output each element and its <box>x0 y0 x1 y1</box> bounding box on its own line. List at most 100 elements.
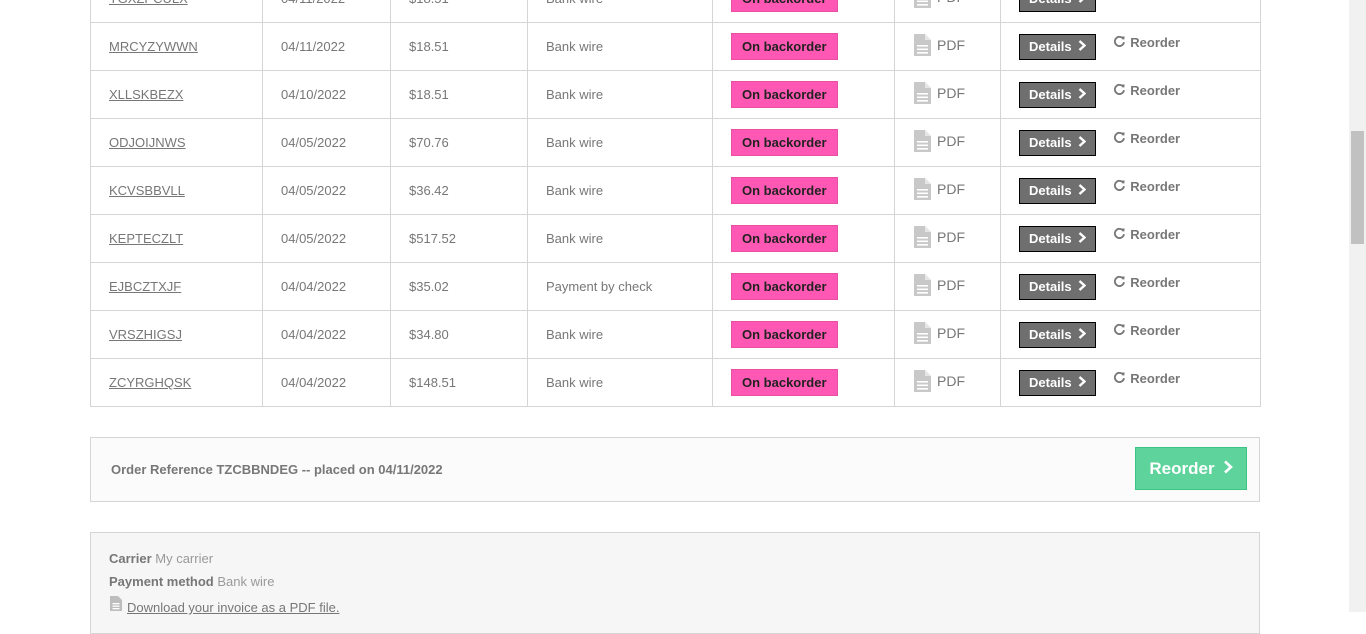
invoice-pdf-label: PDF <box>937 373 965 389</box>
invoice-pdf-link[interactable]: PDF <box>913 81 965 105</box>
order-payment: Bank wire <box>546 87 604 102</box>
payment-method-value: Bank wire <box>217 574 275 589</box>
details-button[interactable]: Details <box>1019 129 1096 156</box>
chevron-right-icon <box>1223 459 1233 479</box>
order-info-box: Carrier My carrier Payment method Bank w… <box>90 532 1260 634</box>
order-actions-cell: Details Reorder <box>1000 118 1261 167</box>
invoice-pdf-link[interactable]: PDF <box>913 225 965 249</box>
invoice-pdf-label: PDF <box>937 85 965 101</box>
order-reference-cell: XLLSKBEZX <box>90 70 263 119</box>
invoice-pdf-label: PDF <box>937 229 965 245</box>
order-date: 04/05/2022 <box>281 135 347 150</box>
order-payment-cell: Payment by check <box>527 262 713 311</box>
refresh-icon <box>1113 0 1126 3</box>
details-button[interactable]: Details <box>1019 369 1096 396</box>
order-date-cell: 04/10/2022 <box>262 70 391 119</box>
order-date: 04/04/2022 <box>281 327 347 342</box>
order-status-cell: On backorder <box>712 70 895 119</box>
order-total: $35.02 <box>409 279 449 294</box>
reorder-link[interactable]: Reorder <box>1113 35 1180 51</box>
status-badge: On backorder <box>731 81 838 108</box>
order-reference-link[interactable]: VRSZHIGSJ <box>109 327 182 342</box>
reorder-link[interactable]: Reorder <box>1113 275 1180 291</box>
order-reference-link[interactable]: KCVSBBVLL <box>109 183 185 198</box>
invoice-pdf-link[interactable]: PDF <box>913 321 965 345</box>
order-reference-link[interactable]: EJBCZTXJF <box>109 279 181 294</box>
invoice-pdf-link[interactable]: PDF <box>913 273 965 297</box>
order-reference-link[interactable]: ODJOIJNWS <box>109 135 186 150</box>
table-row: ZCYRGHQSK 04/04/2022 $148.51 Bank wire O… <box>90 358 1261 407</box>
details-button[interactable]: Details <box>1019 321 1096 348</box>
details-button[interactable]: Details <box>1019 273 1096 300</box>
details-button[interactable]: Details <box>1019 81 1096 108</box>
payment-method-line: Payment method Bank wire <box>109 574 274 589</box>
order-reference-cell: KEPTECZLT <box>90 214 263 263</box>
order-total: $18.51 <box>409 39 449 54</box>
carrier-label: Carrier <box>109 551 152 566</box>
reorder-link[interactable]: Reorder <box>1113 227 1180 243</box>
order-date: 04/11/2022 <box>281 39 346 54</box>
order-total-cell: $36.42 <box>390 166 528 215</box>
reorder-link[interactable]: Reorder <box>1113 323 1180 339</box>
order-reference-link[interactable]: MRCYZYWWN <box>109 39 198 54</box>
reorder-link[interactable]: Reorder <box>1113 371 1180 387</box>
order-date-cell: 04/05/2022 <box>262 166 391 215</box>
order-date: 04/05/2022 <box>281 183 347 198</box>
order-reference-link[interactable]: ZCYRGHQSK <box>109 375 191 390</box>
details-button[interactable]: Details <box>1019 33 1096 60</box>
reorder-button[interactable]: Reorder <box>1135 447 1247 490</box>
order-status-cell: On backorder <box>712 214 895 263</box>
order-actions-cell: Details Reorder <box>1000 70 1261 119</box>
scrollbar-thumb[interactable] <box>1351 131 1364 244</box>
order-status-cell: On backorder <box>712 118 895 167</box>
invoice-pdf-link[interactable]: PDF <box>913 369 965 393</box>
invoice-pdf-link[interactable]: PDF <box>913 177 965 201</box>
details-button-label: Details <box>1029 326 1072 342</box>
details-button[interactable]: Details <box>1019 225 1096 252</box>
vertical-scrollbar[interactable] <box>1349 0 1366 612</box>
order-payment-cell: Bank wire <box>527 70 713 119</box>
download-invoice-link[interactable]: Download your invoice as a PDF file. <box>127 600 339 615</box>
order-payment-cell: Bank wire <box>527 310 713 359</box>
order-reference-link[interactable]: XLLSKBEZX <box>109 87 183 102</box>
download-invoice-line: Download your invoice as a PDF file. <box>109 595 339 615</box>
chevron-right-icon <box>1078 39 1086 54</box>
chevron-right-icon <box>1078 231 1086 246</box>
invoice-pdf-link[interactable]: PDF <box>913 0 965 9</box>
invoice-pdf-label: PDF <box>937 325 965 341</box>
invoice-pdf-link[interactable]: PDF <box>913 33 965 57</box>
table-row: EJBCZTXJF 04/04/2022 $35.02 Payment by c… <box>90 262 1261 311</box>
order-status-cell: On backorder <box>712 166 895 215</box>
details-button[interactable]: Details <box>1019 177 1096 204</box>
order-date-cell: 04/04/2022 <box>262 358 391 407</box>
order-reference-cell: KCVSBBVLL <box>90 166 263 215</box>
reorder-button-label: Reorder <box>1149 458 1215 478</box>
status-badge: On backorder <box>731 273 838 300</box>
reorder-link-label: Reorder <box>1130 275 1181 290</box>
details-button-label: Details <box>1029 374 1072 390</box>
order-payment-cell: Bank wire <box>527 0 713 23</box>
order-date-cell: 04/04/2022 <box>262 310 391 359</box>
order-reference-link[interactable]: KEPTECZLT <box>109 231 183 246</box>
reorder-link[interactable]: Reorder <box>1113 179 1180 195</box>
order-total-cell: $18.51 <box>390 22 528 71</box>
order-total: $34.80 <box>409 327 449 342</box>
reorder-link-label: Reorder <box>1130 371 1181 386</box>
order-invoice-cell: PDF <box>894 214 1001 263</box>
details-button[interactable]: Details <box>1019 0 1096 12</box>
reorder-link[interactable]: Reorder <box>1113 0 1180 3</box>
reorder-link-label: Reorder <box>1130 0 1180 2</box>
order-date: 04/05/2022 <box>281 231 347 246</box>
reorder-link[interactable]: Reorder <box>1113 131 1180 147</box>
invoice-pdf-link[interactable]: PDF <box>913 129 965 153</box>
status-badge: On backorder <box>731 321 838 348</box>
order-history-body: YGXZPCULX 04/11/2022 $18.51 Bank wire On… <box>90 0 1261 407</box>
order-reference-link[interactable]: YGXZPCULX <box>109 0 188 6</box>
refresh-icon <box>1113 83 1126 99</box>
reorder-link[interactable]: Reorder <box>1113 83 1180 99</box>
status-badge: On backorder <box>731 0 838 12</box>
order-total: $148.51 <box>409 375 456 390</box>
order-invoice-cell: PDF <box>894 0 1001 23</box>
order-total-cell: $517.52 <box>390 214 528 263</box>
table-row: YGXZPCULX 04/11/2022 $18.51 Bank wire On… <box>90 0 1261 23</box>
